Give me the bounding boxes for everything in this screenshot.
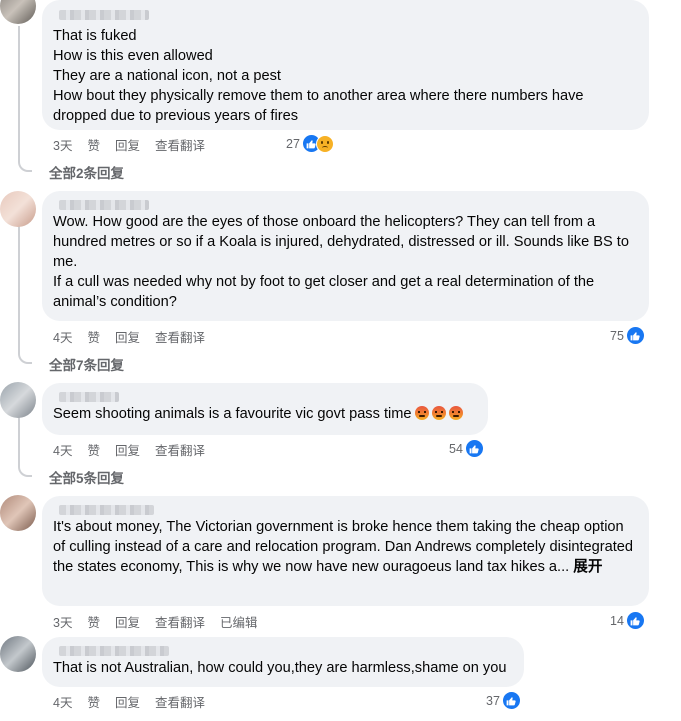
see-translation-button[interactable]: 查看翻译 — [155, 692, 205, 711]
author-name-redacted[interactable] — [59, 200, 149, 210]
like-button[interactable]: 赞 — [87, 612, 100, 631]
like-button[interactable]: 赞 — [87, 327, 100, 346]
timestamp[interactable]: 4天 — [53, 692, 72, 711]
avatar[interactable] — [0, 382, 36, 418]
comment-bubble: That is fuked How is this even allowed T… — [42, 0, 649, 130]
reaction-count: 75 — [610, 328, 624, 343]
like-button[interactable]: 赞 — [87, 135, 100, 154]
comment-text: That is fuked How is this even allowed T… — [53, 28, 584, 124]
thread-line — [18, 412, 20, 465]
like-icon — [625, 326, 645, 345]
comment-actions: 4天 赞 回复 查看翻译 — [53, 440, 205, 459]
view-replies-link[interactable]: 全部5条回复 — [49, 467, 124, 487]
thread-curve — [18, 465, 32, 477]
comment-actions: 3天 赞 回复 查看翻译 已编辑 — [53, 612, 258, 631]
like-button[interactable]: 赞 — [87, 440, 100, 459]
reply-button[interactable]: 回复 — [115, 327, 140, 346]
comment-text-body: Seem shooting animals is a favourite vic… — [53, 406, 412, 422]
comment-bubble: Wow. How good are the eyes of those onbo… — [42, 191, 649, 321]
avatar[interactable] — [0, 495, 36, 531]
reaction-count: 54 — [449, 441, 463, 456]
angry-emoji-icon — [414, 406, 429, 420]
reaction-summary[interactable]: 75 — [610, 326, 645, 345]
author-name-redacted[interactable] — [59, 505, 154, 515]
timestamp[interactable]: 3天 — [53, 135, 72, 154]
see-translation-button[interactable]: 查看翻译 — [155, 440, 205, 459]
see-translation-button[interactable]: 查看翻译 — [155, 327, 205, 346]
reaction-summary[interactable]: 54 — [449, 439, 484, 458]
comment-text: Seem shooting animals is a favourite vic… — [53, 404, 476, 424]
avatar[interactable] — [0, 0, 36, 24]
reply-button[interactable]: 回复 — [115, 135, 140, 154]
comment-text: Wow. How good are the eyes of those onbo… — [53, 214, 629, 310]
reaction-count: 37 — [486, 693, 500, 708]
reaction-summary[interactable]: 27 — [286, 134, 334, 153]
reaction-summary[interactable]: 14 — [610, 611, 645, 630]
timestamp[interactable]: 3天 — [53, 612, 72, 631]
reply-button[interactable]: 回复 — [115, 612, 140, 631]
comment-actions: 3天 赞 回复 查看翻译 — [53, 135, 205, 154]
view-replies-link[interactable]: 全部7条回复 — [49, 354, 124, 374]
edited-label: 已编辑 — [220, 616, 258, 630]
angry-emoji-icon — [448, 406, 463, 420]
see-translation-button[interactable]: 查看翻译 — [155, 135, 205, 154]
comment-bubble: Seem shooting animals is a favourite vic… — [42, 383, 488, 435]
reaction-summary[interactable]: 37 — [486, 691, 521, 710]
thread-line — [18, 226, 20, 352]
comment-actions: 4天 赞 回复 查看翻译 — [53, 692, 205, 711]
timestamp[interactable]: 4天 — [53, 440, 72, 459]
thread-line — [18, 26, 20, 160]
view-replies-link[interactable]: 全部2条回复 — [49, 162, 124, 182]
comment-text: That is not Australian, how could you,th… — [53, 660, 507, 676]
like-icon — [501, 691, 521, 710]
comment-bubble: It's about money, The Victorian governme… — [42, 496, 649, 606]
author-name-redacted[interactable] — [59, 392, 119, 402]
reaction-count: 14 — [610, 613, 624, 628]
comment-actions: 4天 赞 回复 查看翻译 — [53, 327, 205, 346]
author-name-redacted[interactable] — [59, 646, 169, 656]
comment-bubble: That is not Australian, how could you,th… — [42, 637, 524, 687]
like-icon — [464, 439, 484, 458]
reaction-count: 27 — [286, 136, 300, 151]
like-icon — [625, 611, 645, 630]
comment-text-body: It's about money, The Victorian governme… — [53, 519, 634, 575]
angry-emoji-icon — [431, 406, 446, 420]
avatar[interactable] — [0, 636, 36, 672]
avatar[interactable] — [0, 191, 36, 227]
reply-button[interactable]: 回复 — [115, 692, 140, 711]
sad-icon — [315, 134, 334, 153]
thread-curve — [18, 160, 32, 172]
see-translation-button[interactable]: 查看翻译 — [155, 612, 205, 631]
see-more-button[interactable]: 展开 — [573, 559, 602, 575]
reply-button[interactable]: 回复 — [115, 440, 140, 459]
timestamp[interactable]: 4天 — [53, 327, 72, 346]
like-button[interactable]: 赞 — [87, 692, 100, 711]
thread-curve — [18, 352, 32, 364]
comment-text: It's about money, The Victorian governme… — [53, 517, 637, 577]
author-name-redacted[interactable] — [59, 10, 149, 20]
